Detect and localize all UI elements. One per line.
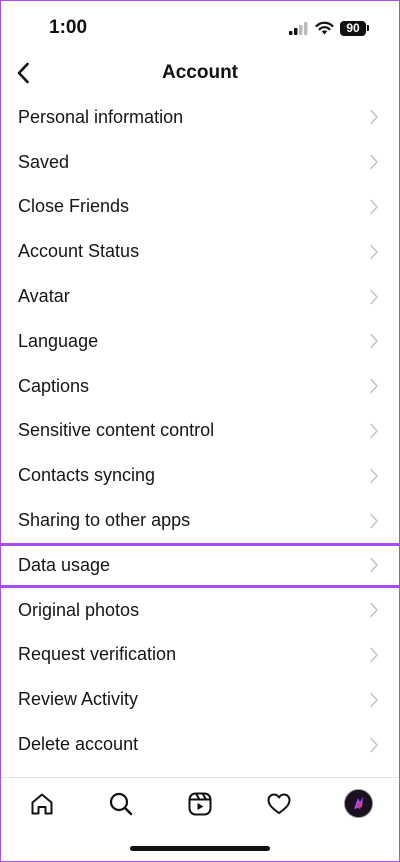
menu-item-label: Avatar — [18, 286, 70, 307]
menu-item-account-status[interactable]: Account Status — [1, 229, 399, 274]
menu-item-label: Close Friends — [18, 196, 130, 217]
menu-item-saved[interactable]: Saved — [1, 140, 399, 185]
chevron-right-icon — [369, 692, 379, 708]
menu-item-original-photos[interactable]: Original photos — [1, 588, 399, 633]
chevron-right-icon — [369, 199, 379, 215]
tab-reels[interactable] — [185, 789, 215, 819]
menu-item-label: Data usage — [18, 554, 111, 575]
menu-item-label: Saved — [18, 151, 70, 172]
chevron-right-icon — [369, 468, 379, 484]
header: Account — [1, 53, 399, 93]
chevron-right-icon — [369, 513, 379, 529]
menu-item-sensitive-content-control[interactable]: Sensitive content control — [1, 409, 399, 454]
status-bar: 1:00 90 — [1, 1, 399, 53]
menu-item-delete-account[interactable]: Delete account — [1, 722, 399, 767]
chevron-right-icon — [369, 557, 379, 573]
chevron-right-icon — [369, 154, 379, 170]
status-time: 1:00 — [49, 17, 88, 38]
menu-item-label: Sharing to other apps — [18, 510, 191, 531]
tab-home[interactable] — [27, 789, 57, 819]
tab-activity[interactable] — [264, 789, 294, 819]
menu-item-label: Delete account — [18, 734, 139, 755]
battery-tip — [367, 25, 369, 31]
menu-item-close-friends[interactable]: Close Friends — [1, 185, 399, 230]
menu-item-label: Original photos — [18, 599, 140, 620]
wifi-icon — [315, 21, 334, 35]
menu-item-label: Request verification — [18, 644, 177, 665]
chevron-right-icon — [369, 647, 379, 663]
chevron-right-icon — [369, 109, 379, 125]
account-menu: Personal information Saved Close Friends… — [1, 95, 399, 767]
menu-item-review-activity[interactable]: Review Activity — [1, 677, 399, 722]
chevron-right-icon — [369, 289, 379, 305]
profile-avatar — [343, 789, 373, 818]
heart-icon — [267, 793, 291, 814]
menu-item-label: Personal information — [18, 106, 184, 127]
search-icon — [109, 792, 133, 815]
tab-profile[interactable] — [343, 789, 373, 819]
avatar-image — [344, 790, 372, 817]
menu-item-label: Sensitive content control — [18, 420, 215, 441]
app-screen: 1:00 90 Account Personal information Sav… — [0, 0, 400, 862]
menu-item-sharing-to-other-apps[interactable]: Sharing to other apps — [1, 498, 399, 543]
menu-item-language[interactable]: Language — [1, 319, 399, 364]
battery-level: 90 — [340, 20, 366, 36]
menu-item-captions[interactable]: Captions — [1, 364, 399, 409]
menu-item-label: Captions — [18, 375, 90, 396]
menu-item-label: Contacts syncing — [18, 465, 156, 486]
chevron-right-icon — [369, 602, 379, 618]
home-icon — [31, 793, 53, 814]
menu-item-label: Language — [18, 330, 99, 351]
reels-icon — [188, 792, 212, 815]
chevron-right-icon — [369, 378, 379, 394]
chevron-right-icon — [369, 244, 379, 260]
signal-icon — [289, 21, 308, 35]
menu-item-personal-information[interactable]: Personal information — [1, 95, 399, 140]
page-title: Account — [162, 62, 238, 83]
menu-item-label: Review Activity — [18, 689, 139, 710]
home-indicator — [130, 846, 270, 851]
chevron-right-icon — [369, 423, 379, 439]
menu-item-contacts-syncing[interactable]: Contacts syncing — [1, 453, 399, 498]
menu-item-data-usage[interactable]: Data usage — [1, 542, 399, 588]
menu-item-label: Account Status — [18, 241, 140, 262]
bottom-tab-bar — [1, 777, 399, 829]
chevron-right-icon — [369, 333, 379, 349]
menu-item-avatar[interactable]: Avatar — [1, 274, 399, 319]
status-icons: 90 — [289, 19, 369, 37]
tab-search[interactable] — [106, 789, 136, 819]
battery-indicator: 90 — [340, 20, 369, 36]
menu-item-request-verification[interactable]: Request verification — [1, 633, 399, 678]
chevron-right-icon — [369, 737, 379, 753]
